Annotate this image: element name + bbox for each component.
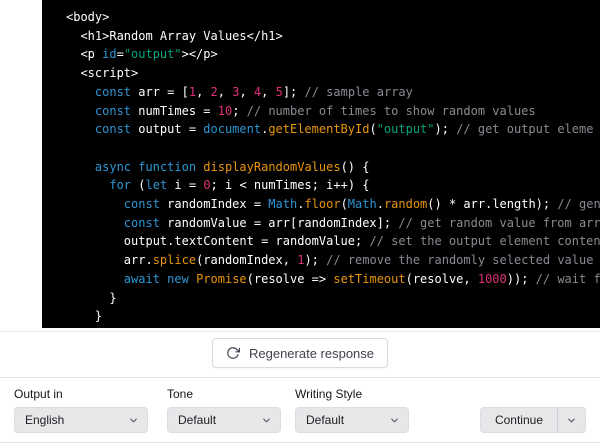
regenerate-row: Regenerate response (0, 338, 600, 368)
chat-response-page: <body> <h1>Random Array Values</h1> <p i… (0, 0, 600, 446)
tone-label: Tone (167, 387, 194, 401)
bottom-toolbar: Output in English Tone Default Writing S… (0, 377, 600, 443)
code-block: <body> <h1>Random Array Values</h1> <p i… (42, 0, 600, 328)
chevron-down-icon (128, 415, 139, 426)
chevron-down-icon (261, 415, 272, 426)
output-language-value: English (25, 413, 65, 427)
field-output-in: Output in English (14, 387, 148, 433)
field-writing-style: Writing Style Default (295, 387, 409, 433)
writing-style-select[interactable]: Default (295, 407, 409, 433)
chevron-down-icon (566, 415, 577, 426)
writing-style-value: Default (306, 413, 345, 427)
regenerate-button[interactable]: Regenerate response (211, 338, 389, 368)
regenerate-label: Regenerate response (248, 345, 375, 361)
continue-button[interactable]: Continue (480, 408, 558, 432)
continue-dropdown-button[interactable] (558, 408, 585, 432)
tone-value: Default (178, 413, 217, 427)
divider (0, 331, 600, 332)
tone-select[interactable]: Default (167, 407, 281, 433)
writing-style-label: Writing Style (295, 387, 363, 401)
regenerate-icon (226, 346, 240, 360)
field-tone: Tone Default (167, 387, 281, 433)
chevron-down-icon (389, 415, 400, 426)
output-language-select[interactable]: English (14, 407, 148, 433)
output-in-label: Output in (14, 387, 63, 401)
continue-split-button: Continue (479, 407, 586, 433)
